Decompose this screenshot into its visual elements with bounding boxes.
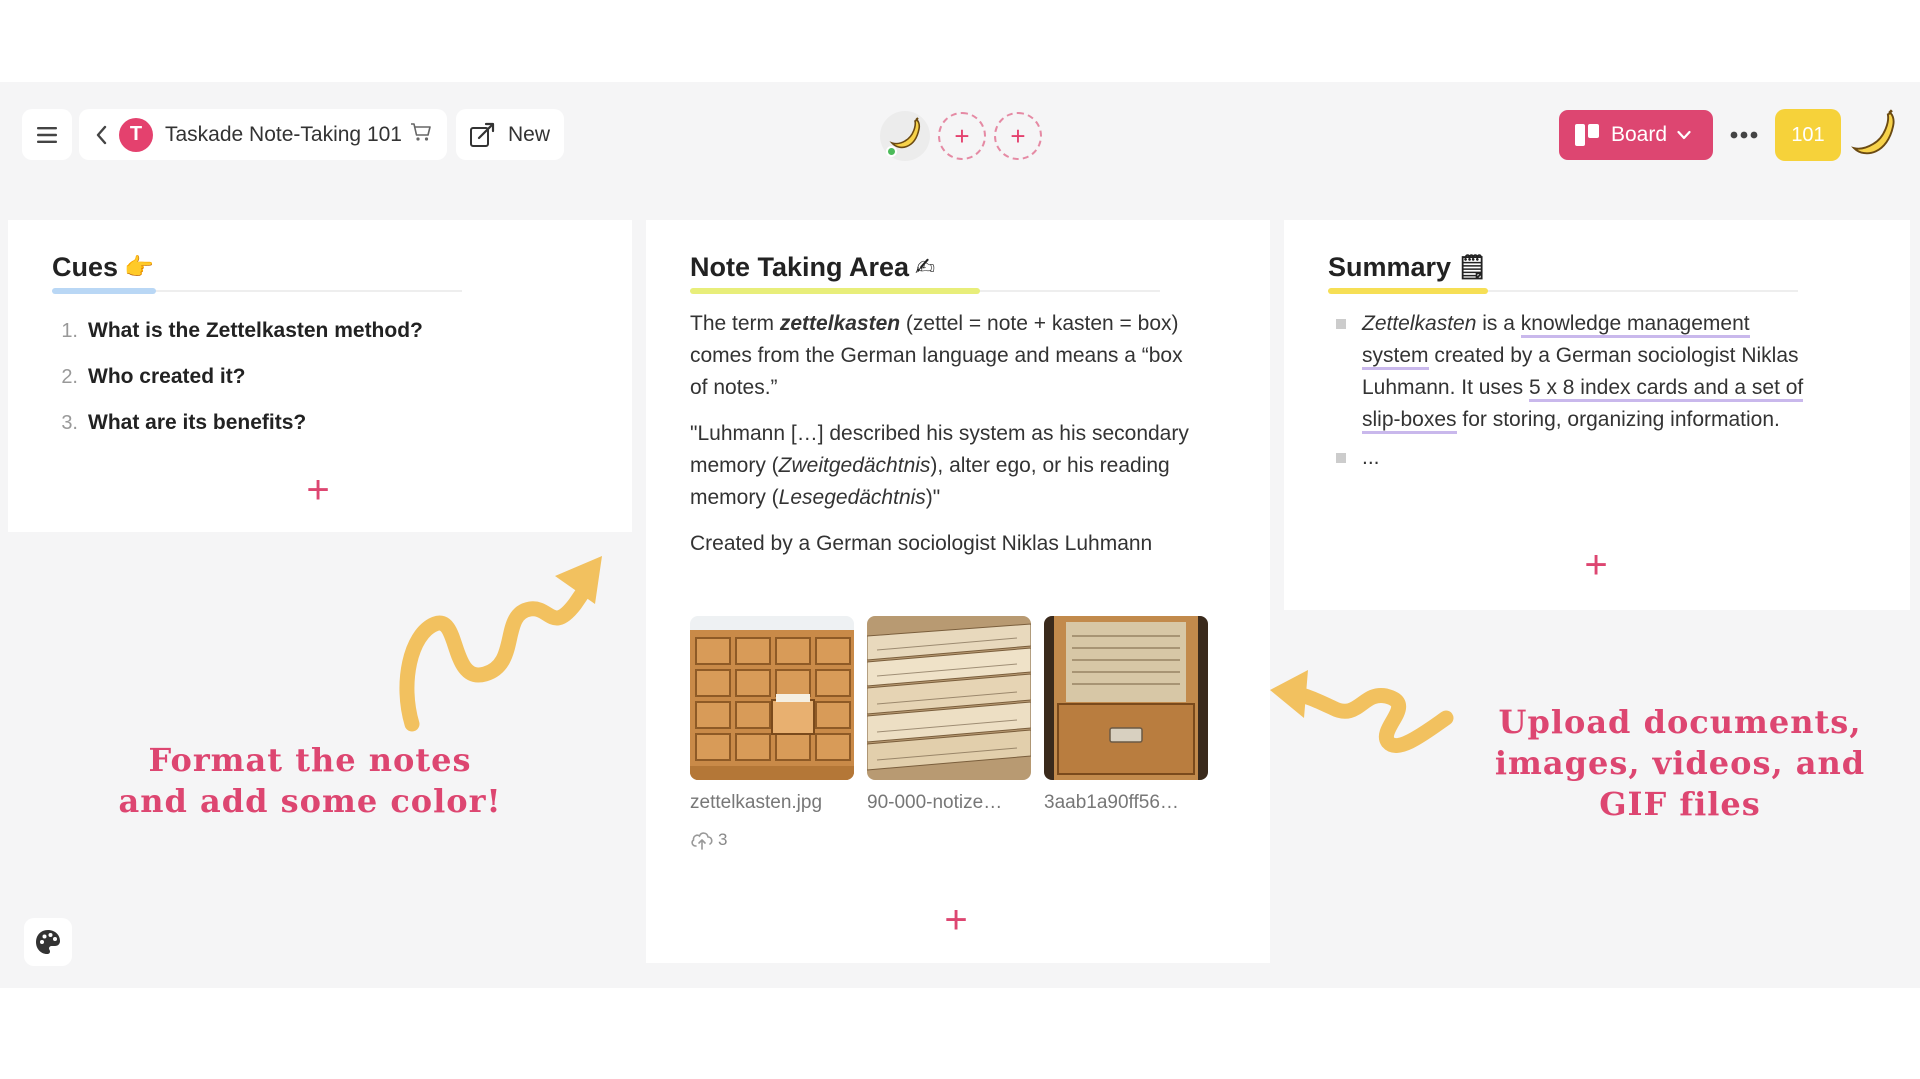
topbar: T Taskade Note-Taking 101 New + + Board …: [0, 82, 1920, 190]
back-chevron-icon[interactable]: [91, 125, 111, 145]
invite-collaborator-button[interactable]: +: [994, 112, 1042, 160]
list-item[interactable]: ...: [1336, 442, 1816, 474]
breadcrumb[interactable]: T Taskade Note-Taking 101: [79, 109, 447, 160]
attachment-filename[interactable]: 90-000-notize…: [867, 792, 1031, 814]
collaborators: + +: [880, 109, 1042, 163]
cloud-upload-icon: [691, 832, 713, 850]
list-item-text[interactable]: ...: [1362, 442, 1380, 474]
menu-button[interactable]: [22, 109, 72, 160]
squiggle-arrow-icon: [1270, 670, 1454, 753]
list-item[interactable]: 3. What are its benefits?: [52, 400, 423, 446]
emphasized-term: zettelkasten: [779, 312, 901, 335]
bullet-marker: [1336, 319, 1346, 329]
list-item-text[interactable]: Zettelkasten is a knowledge management s…: [1362, 308, 1816, 436]
add-item-button[interactable]: +: [1576, 545, 1616, 585]
pointing-hand-icon: 👉: [124, 254, 154, 281]
note-paragraph[interactable]: Created by a German sociologist Niklas L…: [690, 528, 1190, 560]
palette-icon: [36, 930, 60, 954]
online-status-dot: [886, 146, 897, 157]
add-item-button[interactable]: +: [936, 900, 976, 940]
annotation-format-notes: Format the notes and add some color!: [118, 741, 502, 820]
attachment-card[interactable]: zettelkasten.jpg: [690, 616, 854, 814]
list-item-text[interactable]: What are its benefits?: [88, 411, 306, 435]
attachment-card[interactable]: 3aab1a90ff56…: [1044, 616, 1208, 814]
italic-term: Zweitgedächtnis: [778, 454, 931, 477]
view-switcher-button[interactable]: Board: [1559, 110, 1713, 160]
workspace-avatar[interactable]: T: [119, 117, 153, 152]
column-title[interactable]: Note Taking Area ✍: [690, 252, 935, 283]
attachments: zettelkasten.jpg 90-000-notize… 3aab1a90…: [690, 616, 1221, 814]
app-canvas: T Taskade Note-Taking 101 New + + Board …: [0, 82, 1920, 988]
writing-hand-icon: ✍: [915, 254, 936, 281]
project-title[interactable]: Taskade Note-Taking 101: [165, 123, 402, 147]
annotation-upload-files: Upload documents, images, videos, and GI…: [1494, 703, 1866, 823]
cart-icon: [410, 122, 432, 147]
column-title-text: Summary: [1328, 252, 1452, 282]
column-note-taking-area: Note Taking Area ✍ The term zettelkasten…: [646, 220, 1270, 963]
list-item-text[interactable]: Who created it?: [88, 365, 246, 389]
invite-collaborator-button[interactable]: +: [938, 112, 986, 160]
title-highlight: [52, 288, 156, 294]
hamburger-icon: [37, 126, 57, 143]
profile-avatar[interactable]: [1846, 109, 1900, 163]
new-project-button[interactable]: New: [456, 109, 564, 160]
title-highlight: [1328, 288, 1488, 294]
attachment-count[interactable]: 3: [690, 830, 727, 850]
attachment-filename[interactable]: zettelkasten.jpg: [690, 792, 854, 814]
note-paragraph[interactable]: The term zettelkasten (zettel = note + k…: [690, 308, 1190, 404]
column-cues: Cues 👉 1. What is the Zettelkasten metho…: [8, 220, 632, 532]
list-number: 1.: [61, 319, 78, 342]
new-document-icon: [470, 122, 495, 147]
new-label: New: [508, 122, 551, 146]
column-summary: Summary 🗒 Zettelkasten is a knowledge ma…: [1284, 220, 1910, 610]
list-item[interactable]: Zettelkasten is a knowledge management s…: [1336, 308, 1816, 436]
attachment-count-value: 3: [718, 830, 728, 849]
notification-count-badge[interactable]: 101: [1775, 109, 1841, 161]
user-avatar[interactable]: [880, 111, 930, 161]
chevron-down-icon: [1677, 130, 1691, 140]
column-title[interactable]: Summary 🗒: [1328, 252, 1488, 283]
list-number: 3.: [61, 411, 78, 434]
column-title[interactable]: Cues 👉: [52, 252, 154, 283]
notepad-icon: 🗒: [1457, 254, 1488, 281]
column-title-text: Cues: [52, 252, 119, 282]
bullet-marker: [1336, 453, 1346, 463]
attachment-thumbnail[interactable]: [690, 616, 854, 780]
list-item[interactable]: 2. Who created it?: [52, 354, 423, 400]
more-dots-icon: [1730, 131, 1758, 139]
add-item-button[interactable]: +: [298, 470, 338, 510]
list-item[interactable]: 1. What is the Zettelkasten method?: [52, 308, 423, 354]
note-paragraph[interactable]: "Luhmann […] described his system as his…: [690, 418, 1190, 514]
attachment-thumbnail[interactable]: [1044, 616, 1208, 780]
attachment-card[interactable]: 90-000-notize…: [867, 616, 1031, 814]
attachment-thumbnail[interactable]: [867, 616, 1031, 780]
banana-icon: [1851, 109, 1895, 155]
notes-content[interactable]: The term zettelkasten (zettel = note + k…: [690, 308, 1190, 574]
list-item-text[interactable]: What is the Zettelkasten method?: [88, 319, 423, 343]
board-view-icon: [1575, 124, 1599, 146]
more-options-button[interactable]: [1722, 110, 1766, 160]
summary-list: Zettelkasten is a knowledge management s…: [1336, 308, 1816, 480]
view-label: Board: [1611, 123, 1668, 146]
squiggle-arrow-icon: [399, 556, 602, 732]
attachment-filename[interactable]: 3aab1a90ff56…: [1044, 792, 1208, 814]
theme-palette-button[interactable]: [24, 918, 72, 966]
list-number: 2.: [61, 365, 78, 388]
column-title-text: Note Taking Area: [690, 252, 910, 282]
italic-term: Lesegedächtnis: [778, 486, 926, 509]
cue-list: 1. What is the Zettelkasten method? 2. W…: [52, 308, 423, 446]
title-highlight: [690, 288, 980, 294]
